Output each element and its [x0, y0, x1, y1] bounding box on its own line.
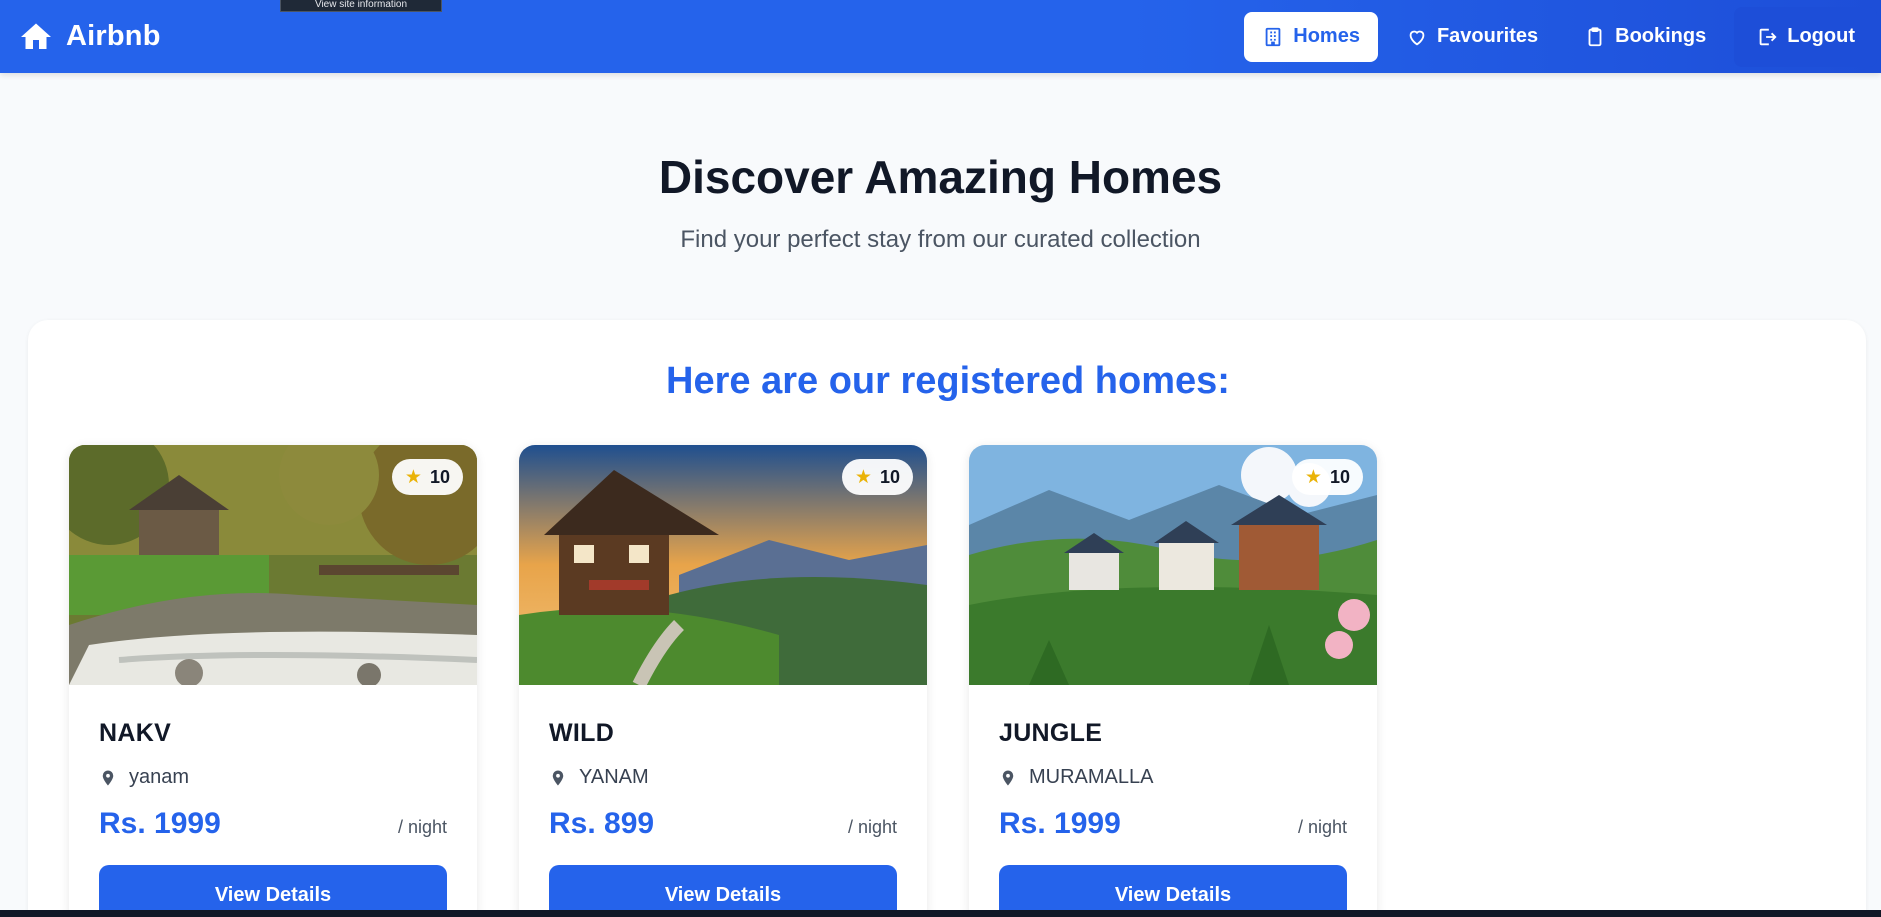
- price-unit: / night: [1297, 817, 1347, 837]
- rating-value: 10: [429, 466, 450, 487]
- home-card: ★ 10 NAKV yanam Rs. 1999 / night View De…: [69, 445, 477, 917]
- rating-badge: ★ 10: [391, 459, 463, 495]
- nav-links: Homes Favourites Bookings Logout: [1244, 0, 1881, 73]
- nav-favourites[interactable]: Favourites: [1388, 12, 1556, 62]
- building-icon: [1265, 27, 1281, 46]
- star-icon: ★: [404, 466, 422, 488]
- price-unit: / night: [847, 817, 897, 837]
- home-name: WILD: [549, 719, 615, 747]
- rating-value: 10: [1329, 466, 1350, 487]
- home-price: Rs. 899: [549, 807, 655, 840]
- home-price: Rs. 1999: [99, 807, 221, 840]
- homes-heading: Here are our registered homes:: [666, 360, 1230, 402]
- nav-favourites-label: Favourites: [1436, 25, 1539, 47]
- bottom-edge-bar: [0, 910, 1881, 917]
- home-card: ★ 10 JUNGLE MURAMALLA Rs. 1999 / night V…: [969, 445, 1377, 917]
- logout-icon: [1759, 28, 1777, 45]
- nav-logout-label: Logout: [1787, 25, 1855, 47]
- page-title: Discover Amazing Homes: [658, 151, 1223, 203]
- home-location: MURAMALLA: [999, 766, 1347, 789]
- home-location-text: YANAM: [579, 766, 649, 788]
- map-pin-icon: [102, 770, 114, 785]
- top-navbar: Airbnb View site information Homes Favou…: [0, 0, 1881, 73]
- brand-link[interactable]: Airbnb: [18, 19, 161, 55]
- home-icon: [21, 23, 51, 49]
- home-location-text: yanam: [129, 766, 190, 788]
- home-price: Rs. 1999: [999, 807, 1121, 840]
- map-pin-icon: [1002, 770, 1014, 785]
- home-image: ★ 10: [519, 445, 927, 685]
- nav-homes[interactable]: Homes: [1244, 11, 1378, 62]
- home-card: ★ 10 WILD YANAM Rs. 899 / night View Det…: [519, 445, 927, 917]
- rating-badge: ★ 10: [841, 459, 913, 495]
- clipboard-icon: [1588, 26, 1602, 46]
- nav-homes-label: Homes: [1293, 25, 1360, 47]
- site-info-tooltip: View site information: [280, 0, 442, 12]
- home-image: ★ 10: [69, 445, 477, 685]
- map-pin-icon: [552, 770, 564, 785]
- home-location: YANAM: [549, 766, 897, 789]
- rating-badge: ★ 10: [1291, 459, 1363, 495]
- star-icon: ★: [854, 466, 872, 488]
- home-name: JUNGLE: [999, 719, 1103, 747]
- rating-value: 10: [879, 466, 900, 487]
- home-name: NAKV: [99, 719, 172, 747]
- home-image: ★ 10: [969, 445, 1377, 685]
- brand-name: Airbnb: [66, 20, 161, 52]
- page-subtitle: Find your perfect stay from our curated …: [680, 226, 1201, 253]
- nav-bookings[interactable]: Bookings: [1566, 12, 1724, 62]
- heart-icon: [1409, 30, 1425, 45]
- nav-bookings-label: Bookings: [1615, 25, 1707, 47]
- star-icon: ★: [1304, 466, 1322, 488]
- home-location: yanam: [99, 766, 447, 789]
- nav-logout[interactable]: Logout: [1734, 6, 1877, 67]
- home-location-text: MURAMALLA: [1029, 766, 1154, 788]
- price-unit: / night: [397, 817, 447, 837]
